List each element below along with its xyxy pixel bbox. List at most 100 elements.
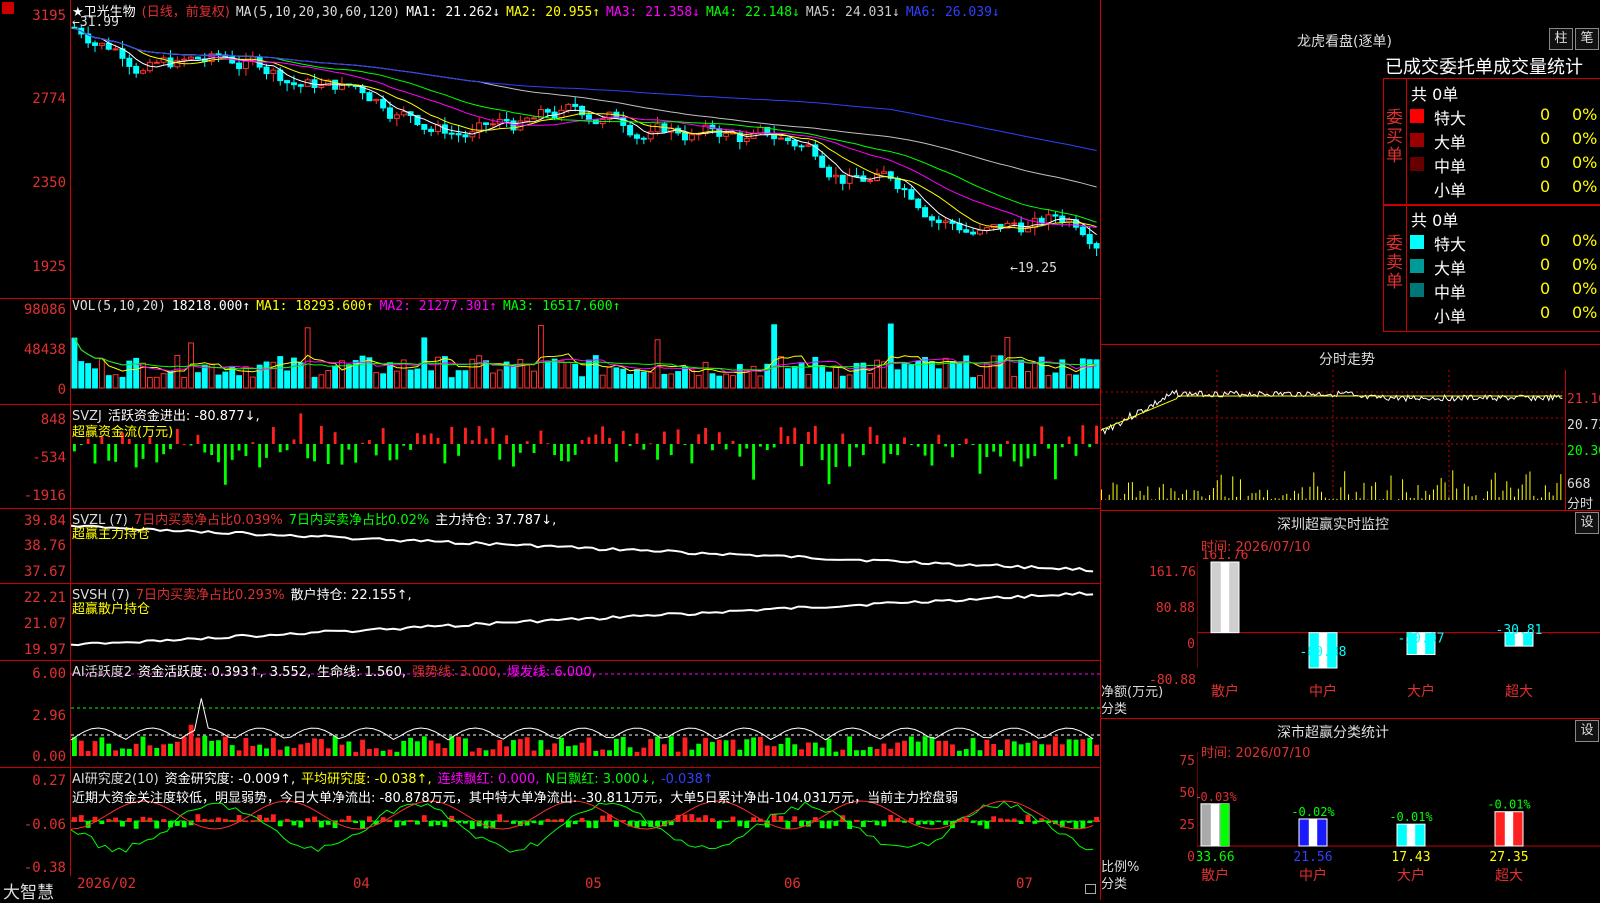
intraday-volume-bar	[1217, 480, 1218, 500]
order-stats-tab[interactable]: 已成交委托单成交量统计	[1385, 53, 1583, 79]
activity-bar	[1005, 739, 1010, 756]
volume-panel[interactable]: 98086 48438 0 VOL(5,10,20)18218.000↑MA1:…	[0, 298, 1100, 405]
svzl-panel[interactable]: 39.84 38.76 37.67 SVZL (7)7日内买卖净占比0.039%…	[0, 508, 1100, 584]
volume-bar	[168, 371, 173, 388]
fund-flow-bar	[183, 444, 186, 445]
fund-flow-bar	[848, 444, 851, 467]
activity-bar	[669, 736, 674, 756]
classify-settings-button[interactable]: 设	[1575, 720, 1599, 742]
activity-bar	[1032, 741, 1037, 756]
volume-bar	[244, 367, 249, 388]
ai-activity-panel[interactable]: 6.00 2.96 0.00 AI活跃度2资金活跃度: 0.393↑,3.552…	[0, 660, 1100, 768]
ai2-p5: -0.038↑	[661, 772, 714, 787]
candle-body	[971, 232, 976, 234]
buy-side-label: 委买单	[1386, 109, 1404, 166]
intraday-volume-bar	[1336, 499, 1337, 500]
classify-change-label: -0.01%	[1389, 810, 1433, 824]
research-bar	[1019, 821, 1024, 824]
research-bar	[230, 820, 235, 822]
classify-bar-highlight	[1505, 812, 1513, 846]
price-chart[interactable]	[71, 0, 1100, 298]
research-bar	[141, 817, 146, 822]
intraday-volume-bar	[1252, 493, 1253, 500]
activity-bar	[518, 739, 523, 756]
candle-body	[127, 58, 132, 66]
research-bar	[580, 818, 585, 822]
activity-bar	[532, 751, 537, 756]
activity-bar	[772, 746, 777, 756]
sell-order-row: 小单00%	[1410, 303, 1600, 325]
research-bar	[868, 821, 873, 822]
activity-bar	[600, 750, 605, 756]
candle-body	[689, 135, 694, 140]
activity-bar	[408, 738, 413, 756]
classify-bar-chart[interactable]: +0.03%33.66散户-0.02%21.56中户-0.01%17.43大户-…	[1197, 752, 1600, 900]
period-mode[interactable]: (日线，前复权)	[142, 5, 230, 20]
intraday-volume-bar	[1421, 498, 1422, 500]
vol-value: 18218.000↑	[172, 299, 250, 314]
svsh-panel[interactable]: 22.21 21.07 19.97 SVSH (7)7日内买卖净占比0.293%…	[0, 583, 1100, 661]
activity-bar	[930, 737, 935, 756]
research-bar	[1087, 821, 1092, 823]
activity-bar	[827, 738, 832, 756]
fund-flow-bar	[478, 426, 481, 444]
volume-tick: 98086	[0, 302, 66, 318]
activity-bar	[326, 748, 331, 756]
fund-flow-bar	[862, 444, 865, 455]
svzj-panel[interactable]: 848 -534 -1916 SVZJ活跃资金进出: -80.877↓, 超赢资…	[0, 404, 1100, 509]
candle-body	[724, 133, 729, 136]
activity-bar	[497, 740, 502, 756]
volume-bar	[820, 366, 825, 388]
fund-flow-bar	[1095, 426, 1098, 444]
activity-bar	[683, 737, 688, 756]
monitor-xlabel: 分类	[1101, 698, 1127, 717]
activity-bar	[394, 752, 399, 756]
fund-flow-bar	[196, 435, 199, 444]
research-bar	[511, 821, 516, 824]
bar-mode-button[interactable]: 柱	[1549, 28, 1573, 50]
ai-research-panel[interactable]: 0.27 -0.06 -0.38 AI研究度2(10)资金研究度: -0.009…	[0, 767, 1100, 876]
classify-category-label: 大户	[1397, 867, 1425, 884]
candle-body	[868, 180, 873, 181]
research-bar	[600, 816, 605, 822]
fund-flow-bar	[951, 444, 954, 457]
volume-bar	[333, 366, 338, 388]
intraday-volume-bar	[1298, 494, 1299, 500]
research-bar	[285, 819, 290, 822]
volume-bar	[717, 376, 722, 388]
research-bar	[463, 821, 468, 824]
intraday-volume-bar	[1398, 499, 1399, 500]
activity-bar	[881, 744, 886, 756]
candle-body	[456, 134, 461, 135]
fund-flow-bar	[334, 432, 337, 444]
candle-body	[113, 49, 118, 50]
fund-flow-bar	[841, 434, 844, 444]
intraday-volume-bar	[1510, 488, 1511, 500]
buy-order-color-swatch	[1410, 181, 1424, 195]
pen-mode-button[interactable]: 笔	[1575, 28, 1599, 50]
intraday-title: 分时走势	[1319, 349, 1375, 369]
intraday-chart[interactable]	[1101, 370, 1565, 510]
fund-flow-bar	[546, 443, 549, 444]
sell-order-count: 0	[1540, 231, 1550, 250]
monitor-settings-button[interactable]: 设	[1575, 512, 1599, 534]
volume-bar	[930, 362, 935, 388]
fund-flow-bar	[931, 444, 934, 466]
menu-icon[interactable]	[2, 2, 14, 14]
fund-flow-bar	[375, 444, 378, 455]
monitor-bar-chart[interactable]: 161.76散户-80.88中户-50.07大户-30.81超大	[1197, 550, 1600, 720]
activity-bar	[854, 750, 859, 756]
research-bar	[319, 821, 324, 827]
fund-flow-bar	[752, 444, 755, 480]
classify-xlabel: 分类	[1101, 873, 1127, 892]
fund-flow-bar	[142, 444, 145, 459]
price-panel[interactable]: 3195 2774 2350 1925 ★卫光生物(日线，前复权)MA(5,10…	[0, 0, 1100, 299]
candle-body	[463, 135, 468, 137]
svzl-axis: 39.84 38.76 37.67	[0, 508, 71, 583]
intraday-volume-bar	[1340, 487, 1341, 500]
intraday-tick: 20.73	[1567, 418, 1600, 433]
research-bar	[820, 821, 825, 828]
lock-icon[interactable]	[1085, 884, 1096, 894]
candle-body	[840, 175, 845, 183]
research-bar	[532, 821, 537, 823]
